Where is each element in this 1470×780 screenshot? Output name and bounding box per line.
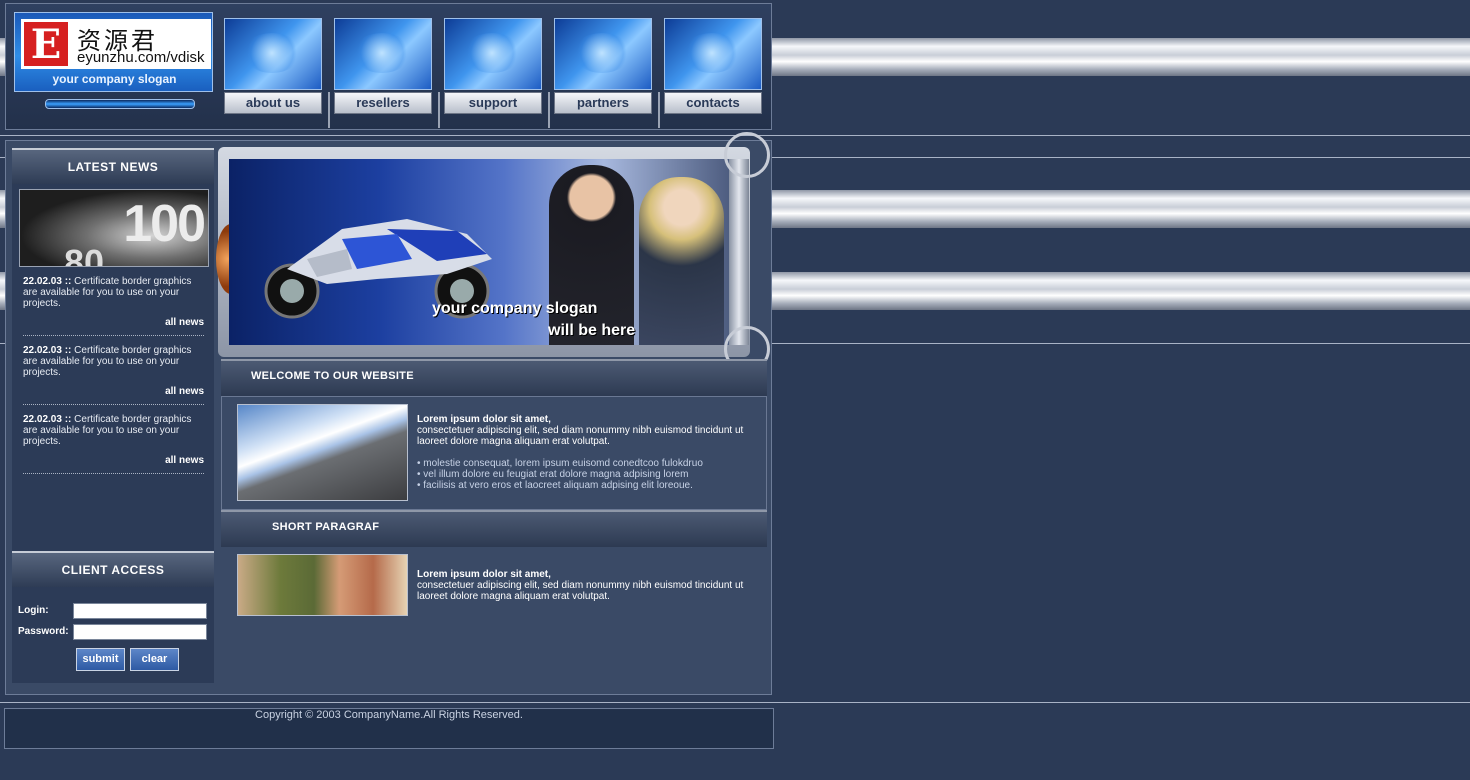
client-access-heading: CLIENT ACCESS [12, 551, 214, 587]
gauge-number: 100 [123, 195, 206, 253]
welcome-title: WELCOME TO OUR WEBSITE [251, 370, 414, 382]
nav-partners[interactable]: partners [554, 18, 652, 114]
all-news-link[interactable]: all news [23, 317, 204, 328]
nav-separator [658, 92, 660, 128]
logo-badge: E 资源君 eyunzhu.com/vdisk [21, 19, 211, 69]
nav-contacts[interactable]: contacts [664, 18, 762, 114]
news-date: 22.02.03 :: [23, 414, 72, 425]
welcome-body: consectetuer adipiscing elit, sed diam n… [417, 425, 744, 447]
news-separator [23, 335, 204, 336]
all-news-link[interactable]: all news [23, 386, 204, 397]
welcome-text: Lorem ipsum dolor sit amet, consectetuer… [417, 414, 757, 447]
nav-resellers-image[interactable] [334, 18, 432, 90]
short-paragraf-heading-bar: SHORT PARAGRAF [221, 510, 767, 547]
list-item: • vel illum dolore eu feugiat erat dolor… [417, 469, 689, 480]
logo-slogan: your company slogan [52, 72, 177, 86]
welcome-heading-bar: WELCOME TO OUR WEBSITE [221, 359, 767, 396]
nav-support-link[interactable]: support [444, 92, 542, 114]
password-input[interactable] [73, 624, 207, 640]
nav-separator [328, 92, 330, 128]
couple-photo [237, 554, 408, 616]
short-text: Lorem ipsum dolor sit amet, consectetuer… [417, 569, 757, 602]
photo-person-man [549, 165, 634, 345]
news-item: 22.02.03 :: Certificate border graphics … [23, 414, 205, 447]
nav-support[interactable]: support [444, 18, 542, 114]
short-paragraf-title: SHORT PARAGRAF [272, 521, 380, 533]
password-label: Password: [18, 626, 69, 637]
hero-side-rail [729, 159, 749, 345]
welcome-heading: Lorem ipsum dolor sit amet, [417, 414, 551, 425]
nav-resellers-link[interactable]: resellers [334, 92, 432, 114]
news-separator [23, 404, 204, 405]
welcome-bullet-list: • molestie consequat, lorem ipsum euisom… [417, 458, 757, 491]
nav-separator [548, 92, 550, 128]
short-heading: Lorem ipsum dolor sit amet, [417, 569, 551, 580]
logo-glow-bar [45, 99, 195, 109]
news-date: 22.02.03 :: [23, 276, 72, 287]
all-news-link[interactable]: all news [23, 455, 204, 466]
hero-slogan-line2: will be here [548, 322, 636, 339]
nav-about-us-link[interactable]: about us [224, 92, 322, 114]
news-item: 22.02.03 :: Certificate border graphics … [23, 276, 205, 309]
submit-button[interactable]: submit [76, 648, 125, 671]
page-wrapper: E 资源君 eyunzhu.com/vdisk your company slo… [0, 0, 775, 780]
nav-contacts-link[interactable]: contacts [664, 92, 762, 114]
copyright-text: Copyright © 2003 CompanyName.All Rights … [255, 709, 523, 721]
nav-about-us-image[interactable] [224, 18, 322, 90]
hero-slogan-line1: your company slogan [432, 300, 598, 317]
hero-banner-image: your company slogan will be here [229, 159, 729, 345]
road-sky-image [237, 404, 408, 501]
nav-support-image[interactable] [444, 18, 542, 90]
login-input[interactable] [73, 603, 207, 619]
ornament-ring [724, 132, 770, 178]
nav-separator [438, 92, 440, 128]
list-item: • molestie consequat, lorem ipsum euisom… [417, 458, 703, 469]
nav-partners-link[interactable]: partners [554, 92, 652, 114]
photo-person-woman [639, 177, 724, 345]
nav-resellers[interactable]: resellers [334, 18, 432, 114]
nav-about-us[interactable]: about us [224, 18, 322, 114]
news-item: 22.02.03 :: Certificate border graphics … [23, 345, 205, 378]
gauge-number-small: 80 [64, 242, 105, 267]
list-item: • facilisis at vero eros et laocreet ali… [417, 480, 693, 491]
news-separator [23, 473, 204, 474]
latest-news-heading: LATEST NEWS [12, 148, 214, 184]
logo-url: eyunzhu.com/vdisk [77, 49, 205, 66]
news-date: 22.02.03 :: [23, 345, 72, 356]
logo[interactable]: E 资源君 eyunzhu.com/vdisk your company slo… [14, 12, 213, 92]
short-body: consectetuer adipiscing elit, sed diam n… [417, 580, 744, 602]
speedometer-image: 100 80 [19, 189, 209, 267]
logo-letter: E [24, 22, 68, 68]
nav-partners-image[interactable] [554, 18, 652, 90]
nav-contacts-image[interactable] [664, 18, 762, 90]
footer: Copyright © 2003 CompanyName.All Rights … [4, 708, 774, 749]
login-label: Login: [18, 605, 49, 616]
clear-button[interactable]: clear [130, 648, 179, 671]
